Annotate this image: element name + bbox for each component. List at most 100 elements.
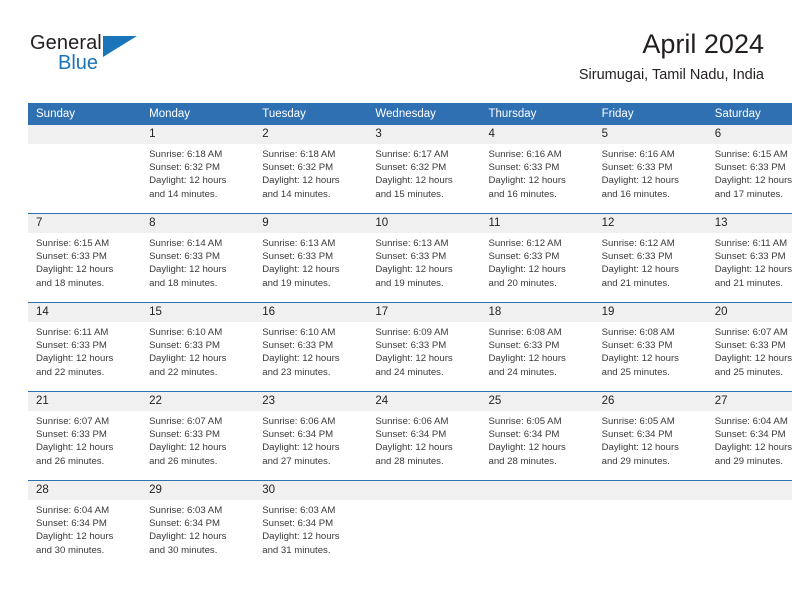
sunrise-text: Sunrise: 6:15 AM: [36, 238, 110, 249]
sunrise-text: Sunrise: 6:05 AM: [488, 416, 562, 427]
sunrise-text: Sunrise: 6:10 AM: [149, 327, 223, 338]
daylight-text-line1: Daylight: 12 hours: [488, 175, 566, 187]
daylight-text-line1: Daylight: 12 hours: [262, 353, 340, 365]
sunrise-text: Sunrise: 6:18 AM: [149, 149, 223, 160]
day-cell[interactable]: 5 Sunrise: 6:16 AM Sunset: 6:33 PM Dayli…: [593, 125, 707, 214]
day-info: Sunrise: 6:07 AM Sunset: 6:33 PM Dayligh…: [28, 411, 141, 468]
daylight-text-line1: Daylight: 12 hours: [601, 353, 679, 365]
calendar-week-row: 1 Sunrise: 6:18 AM Sunset: 6:32 PM Dayli…: [28, 125, 792, 214]
day-number: 20: [706, 303, 792, 322]
day-cell[interactable]: [367, 480, 481, 569]
day-cell[interactable]: 6 Sunrise: 6:15 AM Sunset: 6:33 PM Dayli…: [706, 125, 792, 214]
daylight-text-line2: and 23 minutes.: [262, 366, 331, 378]
daylight-text-line1: Daylight: 12 hours: [262, 531, 340, 543]
sunrise-text: Sunrise: 6:12 AM: [601, 238, 675, 249]
day-cell[interactable]: 24 Sunrise: 6:06 AM Sunset: 6:34 PM Dayl…: [367, 391, 481, 481]
day-cell[interactable]: 4 Sunrise: 6:16 AM Sunset: 6:33 PM Dayli…: [480, 125, 594, 214]
day-number: 29: [141, 481, 255, 500]
daylight-text-line1: Daylight: 12 hours: [488, 353, 566, 365]
day-cell[interactable]: [706, 480, 792, 569]
day-cell[interactable]: 14 Sunrise: 6:11 AM Sunset: 6:33 PM Dayl…: [28, 302, 142, 392]
sunrise-text: Sunrise: 6:11 AM: [714, 238, 788, 249]
calendar-week-row: 21 Sunrise: 6:07 AM Sunset: 6:33 PM Dayl…: [28, 391, 792, 481]
page-header: General Blue April 2024 Sirumugai, Tamil…: [28, 28, 764, 94]
day-cell[interactable]: [28, 125, 142, 214]
daylight-text-line1: Daylight: 12 hours: [714, 264, 792, 276]
day-cell[interactable]: 29 Sunrise: 6:03 AM Sunset: 6:34 PM Dayl…: [141, 480, 255, 569]
day-number: 17: [367, 303, 481, 322]
daylight-text-line1: Daylight: 12 hours: [36, 264, 114, 276]
day-cell[interactable]: 17 Sunrise: 6:09 AM Sunset: 6:33 PM Dayl…: [367, 302, 481, 392]
sunset-text: Sunset: 6:33 PM: [149, 429, 221, 441]
daylight-text-line2: and 22 minutes.: [149, 366, 218, 378]
day-info: Sunrise: 6:03 AM Sunset: 6:34 PM Dayligh…: [254, 500, 367, 557]
day-cell[interactable]: 7 Sunrise: 6:15 AM Sunset: 6:33 PM Dayli…: [28, 213, 142, 303]
daylight-text-line1: Daylight: 12 hours: [149, 264, 227, 276]
day-cell[interactable]: 20 Sunrise: 6:07 AM Sunset: 6:33 PM Dayl…: [706, 302, 792, 392]
day-cell[interactable]: 1 Sunrise: 6:18 AM Sunset: 6:32 PM Dayli…: [141, 125, 255, 214]
day-cell[interactable]: 18 Sunrise: 6:08 AM Sunset: 6:33 PM Dayl…: [480, 302, 594, 392]
sunset-text: Sunset: 6:34 PM: [36, 518, 107, 530]
day-cell[interactable]: 10 Sunrise: 6:13 AM Sunset: 6:33 PM Dayl…: [367, 213, 481, 303]
day-info: Sunrise: 6:16 AM Sunset: 6:33 PM Dayligh…: [594, 144, 707, 201]
daylight-text-line1: Daylight: 12 hours: [601, 175, 679, 187]
day-cell[interactable]: 9 Sunrise: 6:13 AM Sunset: 6:33 PM Dayli…: [254, 213, 368, 303]
day-cell[interactable]: 12 Sunrise: 6:12 AM Sunset: 6:33 PM Dayl…: [593, 213, 707, 303]
day-cell[interactable]: 2 Sunrise: 6:18 AM Sunset: 6:32 PM Dayli…: [254, 125, 368, 214]
day-number: 4: [480, 125, 594, 144]
day-cell[interactable]: 3 Sunrise: 6:17 AM Sunset: 6:32 PM Dayli…: [367, 125, 481, 214]
day-cell[interactable]: 30 Sunrise: 6:03 AM Sunset: 6:34 PM Dayl…: [254, 480, 368, 569]
day-cell[interactable]: 13 Sunrise: 6:11 AM Sunset: 6:33 PM Dayl…: [706, 213, 792, 303]
day-info: [594, 500, 707, 504]
day-info: Sunrise: 6:18 AM Sunset: 6:32 PM Dayligh…: [141, 144, 254, 201]
day-number: 24: [367, 392, 481, 411]
daylight-text-line2: and 24 minutes.: [488, 366, 557, 378]
day-cell[interactable]: 28 Sunrise: 6:04 AM Sunset: 6:34 PM Dayl…: [28, 480, 142, 569]
day-info: [707, 500, 792, 504]
day-number: 12: [593, 214, 707, 233]
sunrise-text: Sunrise: 6:18 AM: [262, 149, 336, 160]
weekday-header-sunday: Sunday: [28, 103, 142, 125]
day-cell[interactable]: 22 Sunrise: 6:07 AM Sunset: 6:33 PM Dayl…: [141, 391, 255, 481]
sunrise-text: Sunrise: 6:14 AM: [149, 238, 223, 249]
day-cell[interactable]: 23 Sunrise: 6:06 AM Sunset: 6:34 PM Dayl…: [254, 391, 368, 481]
day-info: Sunrise: 6:08 AM Sunset: 6:33 PM Dayligh…: [481, 322, 594, 379]
daylight-text-line1: Daylight: 12 hours: [601, 264, 679, 276]
logo-text-general: General: [30, 32, 102, 54]
day-info: Sunrise: 6:06 AM Sunset: 6:34 PM Dayligh…: [367, 411, 480, 468]
day-number: 28: [28, 481, 142, 500]
day-cell[interactable]: 19 Sunrise: 6:08 AM Sunset: 6:33 PM Dayl…: [593, 302, 707, 392]
day-cell[interactable]: 26 Sunrise: 6:05 AM Sunset: 6:34 PM Dayl…: [593, 391, 707, 481]
daylight-text-line1: Daylight: 12 hours: [375, 175, 453, 187]
day-cell[interactable]: 8 Sunrise: 6:14 AM Sunset: 6:33 PM Dayli…: [141, 213, 255, 303]
sunrise-text: Sunrise: 6:07 AM: [36, 416, 110, 427]
sunset-text: Sunset: 6:33 PM: [149, 251, 221, 263]
day-cell[interactable]: 15 Sunrise: 6:10 AM Sunset: 6:33 PM Dayl…: [141, 302, 255, 392]
day-cell[interactable]: [480, 480, 594, 569]
day-cell[interactable]: [593, 480, 707, 569]
daylight-text-line2: and 21 minutes.: [714, 277, 784, 289]
day-cell[interactable]: 21 Sunrise: 6:07 AM Sunset: 6:33 PM Dayl…: [28, 391, 142, 481]
daylight-text-line2: and 16 minutes.: [488, 188, 557, 200]
triangle-icon: [103, 36, 137, 57]
day-cell[interactable]: 27 Sunrise: 6:04 AM Sunset: 6:34 PM Dayl…: [706, 391, 792, 481]
daylight-text-line2: and 25 minutes.: [601, 366, 670, 378]
daylight-text-line2: and 26 minutes.: [149, 455, 218, 467]
sunset-text: Sunset: 6:33 PM: [36, 429, 107, 441]
day-number: [480, 481, 594, 500]
sunset-text: Sunset: 6:33 PM: [262, 340, 334, 352]
daylight-text-line2: and 16 minutes.: [601, 188, 670, 200]
sunset-text: Sunset: 6:34 PM: [375, 429, 447, 441]
day-info: Sunrise: 6:10 AM Sunset: 6:33 PM Dayligh…: [254, 322, 367, 379]
calendar-week-row: 7 Sunrise: 6:15 AM Sunset: 6:33 PM Dayli…: [28, 213, 792, 303]
day-cell[interactable]: 11 Sunrise: 6:12 AM Sunset: 6:33 PM Dayl…: [480, 213, 594, 303]
general-blue-logo[interactable]: General Blue: [30, 32, 140, 82]
daylight-text-line2: and 25 minutes.: [714, 366, 784, 378]
day-cell[interactable]: 25 Sunrise: 6:05 AM Sunset: 6:34 PM Dayl…: [480, 391, 594, 481]
daylight-text-line2: and 26 minutes.: [36, 455, 105, 467]
sunset-text: Sunset: 6:32 PM: [149, 162, 221, 174]
day-info: Sunrise: 6:13 AM Sunset: 6:33 PM Dayligh…: [367, 233, 480, 290]
sunrise-text: Sunrise: 6:12 AM: [488, 238, 562, 249]
day-cell[interactable]: 16 Sunrise: 6:10 AM Sunset: 6:33 PM Dayl…: [254, 302, 368, 392]
sunset-text: Sunset: 6:32 PM: [375, 162, 447, 174]
